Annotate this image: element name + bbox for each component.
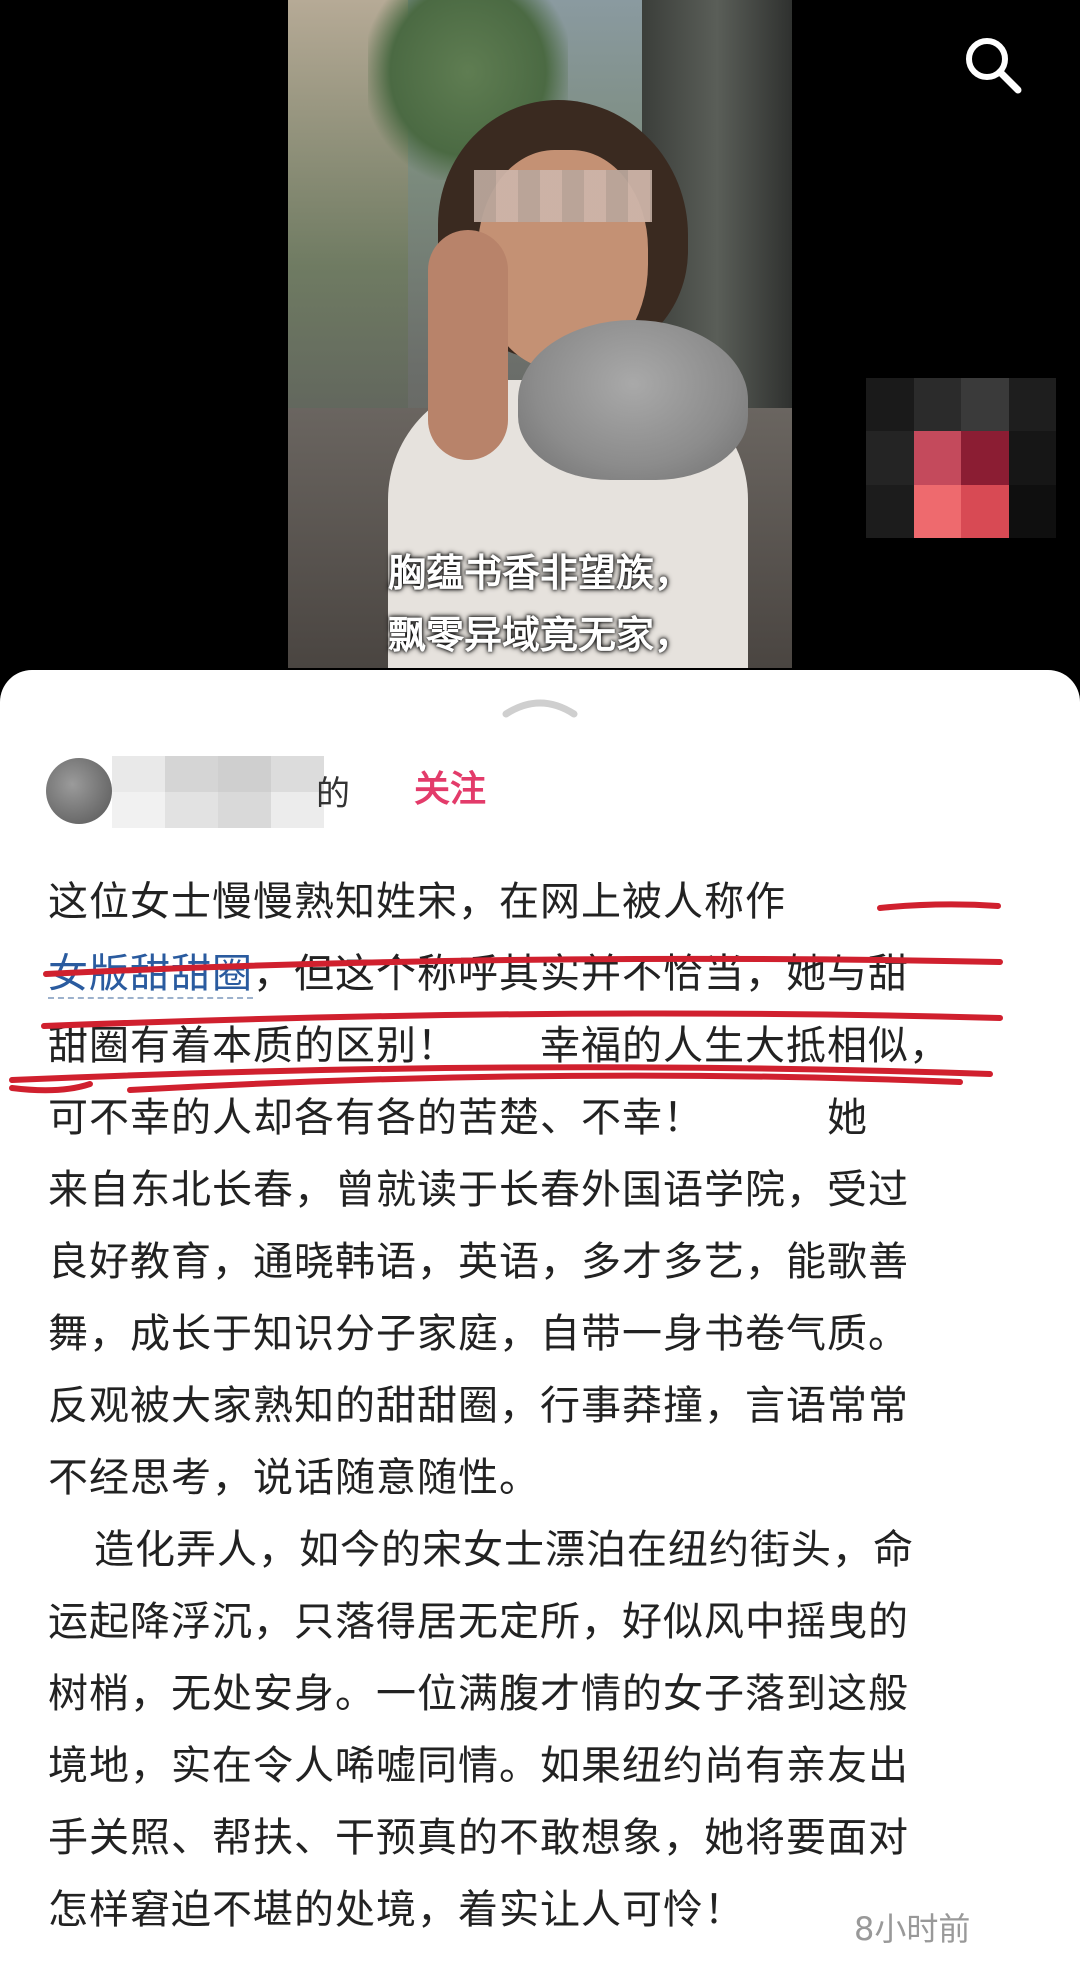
video-caption-line1: 胸蕴书香非望族， [387,551,692,595]
text-line: 境地，实在令人唏嘘同情。如果纽约尚有亲友出 [48,1743,909,1789]
chevron-up-icon [502,699,578,718]
paragraph-1: 这位女士慢慢熟知姓宋，在网上被人称作 女版甜甜圈，但这个称呼其实并不恰当，她与甜… [48,866,1008,1514]
pixelated-overlay [866,378,1056,538]
eyes-mosaic [474,170,652,222]
text-line: 造化弄人，如今的宋女士漂泊在纽约街头，命 [94,1527,914,1573]
text-line: 来自东北长春，曾就读于长春外国语学院，受过 [48,1167,909,1213]
text-line: 反观被大家熟知的甜甜圈，行事莽撞，言语常常 [48,1383,909,1429]
text-line: 舞，成长于知识分子家庭，自带一身书卷气质。 [48,1311,909,1357]
search-button[interactable] [958,30,1028,100]
follow-button[interactable]: 关注 [414,760,486,812]
text-line: 这位女士慢慢熟知姓宋，在网上被人称作 [48,879,786,925]
sheet-handle[interactable] [500,692,580,722]
text-line: 运起降浮沉，只落得居无定所，好似风中摇曳的 [48,1599,909,1645]
text-line: 不经思考，说话随意随性。 [48,1455,540,1501]
paragraph-2: 造化弄人，如今的宋女士漂泊在纽约街头，命 运起降浮沉，只落得居无定所，好似风中摇… [48,1514,1008,1946]
author-name-suffix: 的 [316,774,350,814]
text-line: 甜圈有着本质的区别！ 幸福的人生大抵相似， [48,1023,950,1069]
comment-sheet: 的 关注 这位女士慢慢熟知姓宋，在网上被人称作 女版甜甜圈，但这个称呼其实并不恰… [0,670,1080,1968]
topic-link[interactable]: 女版甜甜圈 [48,951,253,999]
text-line: 良好教育，通晓韩语，英语，多才多艺，能歌善 [48,1239,909,1285]
neck-pillow [518,320,748,480]
text-line: 树梢，无处安身。一位满腹才情的女子落到这般 [48,1671,909,1717]
video-caption-line2: 飘零异域竟无家， [387,613,692,657]
text-line: 可不幸的人却各有各的苦楚、不幸！ 她 [48,1095,868,1141]
text-line: 手关照、帮扶、干预真的不敢想象，她将要面对 [48,1815,909,1861]
author-name-mosaic[interactable] [112,756,324,828]
search-icon [966,38,1022,94]
post-timestamp: 8小时前 [854,1910,971,1948]
text-fragment: ，但这个称呼其实并不恰当，她与甜 [253,951,909,997]
person-hand [428,230,508,460]
avatar[interactable] [46,758,112,824]
text-line: 女版甜甜圈，但这个称呼其实并不恰当，她与甜 [48,938,1008,1010]
post-body: 这位女士慢慢熟知姓宋，在网上被人称作 女版甜甜圈，但这个称呼其实并不恰当，她与甜… [48,866,1008,1946]
video-player[interactable]: 胸蕴书香非望族， 飘零异域竟无家， [288,0,792,668]
